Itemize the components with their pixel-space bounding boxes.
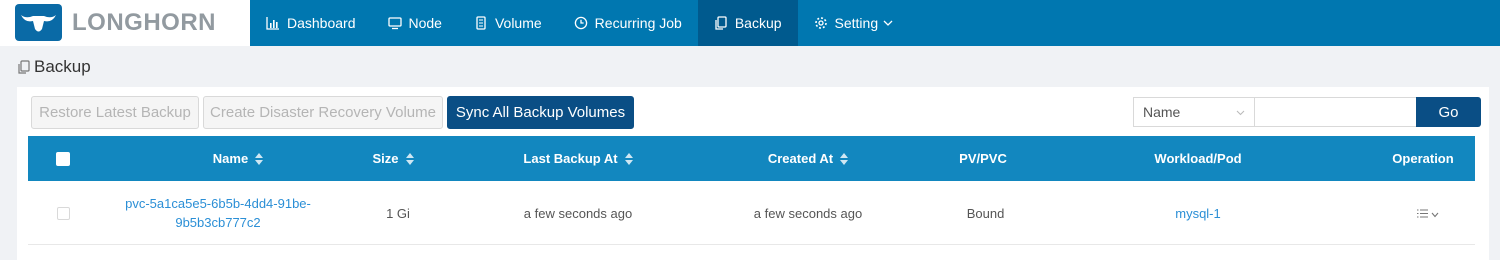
- logo[interactable]: LONGHORN: [0, 0, 250, 46]
- longhorn-logo-icon: [15, 4, 62, 41]
- create-dr-volume-button[interactable]: Create Disaster Recovery Volume: [203, 96, 443, 129]
- row-checkbox[interactable]: [56, 206, 70, 220]
- search-input[interactable]: [1254, 97, 1417, 127]
- sort-icon: [255, 152, 264, 165]
- table-header: Name Size Last Backup At Created At PV/P…: [28, 136, 1475, 181]
- column-last-backup[interactable]: Last Backup At: [498, 136, 658, 181]
- database-icon: [474, 16, 488, 30]
- main-nav: Dashboard Node Volume Recurring Job Back…: [250, 0, 909, 46]
- operation-cell: [1398, 181, 1458, 245]
- column-label: Size: [372, 151, 399, 166]
- sort-icon: [405, 152, 414, 165]
- nav-label: Volume: [494, 15, 542, 31]
- top-navbar: LONGHORN Dashboard Node Volume Recurring…: [0, 0, 1500, 46]
- column-label: Operation: [1392, 151, 1454, 166]
- backup-name-link[interactable]: pvc-5a1ca5e5-6b5b-4dd4-91be- 9b5b3cb777c…: [113, 181, 323, 245]
- chevron-down-icon: [1431, 206, 1439, 221]
- page-title: Backup: [18, 57, 91, 77]
- backup-name-line2: 9b5b3cb777c2: [175, 215, 261, 230]
- column-created[interactable]: Created At: [733, 136, 883, 181]
- last-backup-cell: a few seconds ago: [523, 205, 633, 221]
- column-label: Name: [212, 151, 249, 166]
- search-field-select[interactable]: Name: [1133, 97, 1254, 127]
- copy-icon: [18, 60, 30, 74]
- nav-label: Setting: [834, 15, 879, 31]
- restore-latest-backup-button[interactable]: Restore Latest Backup: [31, 96, 199, 129]
- table-row: pvc-5a1ca5e5-6b5b-4dd4-91be- 9b5b3cb777c…: [28, 181, 1475, 245]
- column-pv-pvc: PV/PVC: [928, 136, 1038, 181]
- nav-setting[interactable]: Setting: [798, 0, 910, 46]
- sync-all-backup-volumes-button[interactable]: Sync All Backup Volumes: [447, 96, 634, 129]
- column-workload: Workload/Pod: [1128, 136, 1268, 181]
- select-all-checkbox[interactable]: [56, 151, 70, 166]
- nav-volume[interactable]: Volume: [458, 0, 558, 46]
- select-all-cell: [56, 136, 70, 181]
- nav-label: Backup: [734, 15, 782, 31]
- nav-node[interactable]: Node: [372, 0, 458, 46]
- column-label: Last Backup At: [523, 151, 618, 166]
- chevron-down-icon: [1236, 108, 1245, 117]
- size-cell: 1 Gi: [386, 205, 410, 221]
- nav-label: Recurring Job: [594, 15, 682, 31]
- nav-label: Dashboard: [287, 15, 356, 31]
- column-size[interactable]: Size: [348, 136, 438, 181]
- clock-icon: [574, 16, 588, 30]
- pv-pvc-cell: Bound: [966, 205, 1005, 221]
- created-cell: a few seconds ago: [753, 205, 863, 221]
- monitor-icon: [387, 16, 402, 30]
- workload-cell: mysql-1: [1128, 181, 1268, 245]
- column-operation: Operation: [1383, 136, 1463, 181]
- nav-backup[interactable]: Backup: [697, 0, 798, 46]
- brand-name: LONGHORN: [72, 9, 216, 36]
- backup-name-line1: pvc-5a1ca5e5-6b5b-4dd4-91be-: [125, 196, 311, 211]
- go-button[interactable]: Go: [1416, 97, 1481, 127]
- bar-chart-icon: [266, 16, 280, 30]
- column-label: PV/PVC: [959, 151, 1007, 166]
- copy-icon: [714, 16, 728, 30]
- nav-label: Node: [408, 15, 442, 31]
- column-label: Created At: [767, 151, 834, 166]
- sort-icon: [840, 152, 849, 165]
- list-icon: [1417, 206, 1428, 221]
- sort-icon: [624, 152, 633, 165]
- page-title-text: Backup: [34, 57, 91, 76]
- chevron-down-icon: [883, 18, 893, 28]
- nav-recurring-job[interactable]: Recurring Job: [558, 0, 698, 46]
- column-name[interactable]: Name: [148, 136, 328, 181]
- search-field-value: Name: [1143, 104, 1181, 120]
- column-label: Workload/Pod: [1154, 151, 1242, 166]
- backup-panel: Restore Latest Backup Create Disaster Re…: [17, 87, 1489, 260]
- nav-dashboard[interactable]: Dashboard: [250, 0, 372, 46]
- workload-link[interactable]: mysql-1: [1175, 206, 1221, 221]
- row-select-cell: [56, 181, 70, 245]
- gear-icon: [814, 16, 828, 30]
- operation-menu-button[interactable]: [1404, 200, 1452, 226]
